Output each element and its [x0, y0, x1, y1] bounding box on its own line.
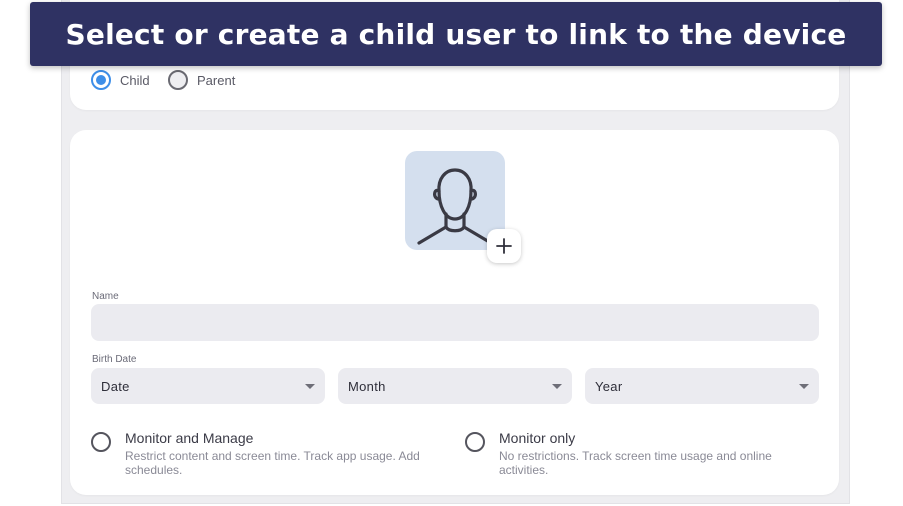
name-label: Name	[92, 291, 119, 302]
date-select-value: Date	[101, 378, 130, 394]
month-select-value: Month	[348, 378, 386, 394]
year-select-value: Year	[595, 378, 623, 394]
year-select[interactable]: Year	[585, 368, 819, 404]
chevron-down-icon	[552, 383, 562, 389]
mode-monitor-and-manage-title: Monitor and Manage	[125, 430, 254, 446]
mode-monitor-and-manage-description: Restrict content and screen time. Track …	[125, 449, 420, 477]
name-input[interactable]	[91, 304, 819, 341]
radio-parent-indicator[interactable]	[168, 70, 188, 90]
chevron-down-icon	[799, 383, 809, 389]
mode-monitor-and-manage-radio[interactable]	[91, 432, 111, 452]
plus-icon	[496, 238, 512, 254]
birth-date-label: Birth Date	[92, 354, 137, 365]
date-select[interactable]: Date	[91, 368, 325, 404]
mode-monitor-only-radio[interactable]	[465, 432, 485, 452]
banner-title: Select or create a child user to link to…	[65, 17, 847, 51]
month-select[interactable]: Month	[338, 368, 572, 404]
radio-parent-label: Parent	[197, 72, 236, 88]
add-photo-button[interactable]	[487, 229, 521, 263]
mode-monitor-and-manage[interactable]: Monitor and Manage Restrict content and …	[91, 430, 441, 477]
radio-parent[interactable]: Parent	[168, 70, 235, 90]
radio-child[interactable]: Child	[91, 70, 150, 90]
mode-monitor-only-title: Monitor only	[499, 430, 576, 446]
radio-child-label: Child	[120, 72, 150, 88]
radio-child-indicator[interactable]	[91, 70, 111, 90]
chevron-down-icon	[305, 383, 315, 389]
instruction-banner: Select or create a child user to link to…	[30, 2, 882, 66]
mode-monitor-only-description: No restrictions. Track screen time usage…	[499, 449, 772, 477]
mode-monitor-only[interactable]: Monitor only No restrictions. Track scre…	[465, 430, 815, 477]
